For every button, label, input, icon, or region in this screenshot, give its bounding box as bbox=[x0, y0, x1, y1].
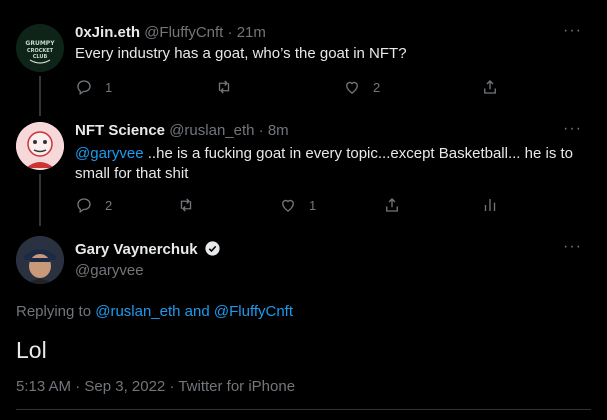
share-button[interactable] bbox=[383, 196, 401, 214]
thread-line bbox=[39, 174, 41, 226]
like-button[interactable]: 1 bbox=[279, 196, 316, 214]
analytics-icon bbox=[484, 199, 496, 211]
reply-count: 1 bbox=[105, 79, 113, 95]
author-handle[interactable]: @FluffyCnft bbox=[144, 24, 223, 41]
replying-to: Replying to @ruslan_eth and @FluffyCnft bbox=[16, 303, 294, 320]
like-count: 1 bbox=[309, 197, 317, 213]
author-name[interactable]: NFT Science bbox=[75, 122, 165, 139]
reply-count: 2 bbox=[105, 197, 113, 213]
avatar[interactable] bbox=[16, 236, 64, 284]
tweet-2[interactable]: NFT Science @ruslan_eth · 8m ··· @garyve… bbox=[0, 108, 607, 226]
share-icon bbox=[386, 198, 398, 212]
retweet-button[interactable] bbox=[215, 78, 245, 96]
share-icon bbox=[484, 80, 496, 94]
mention-link[interactable]: @ruslan_eth bbox=[95, 303, 180, 320]
tweet-time[interactable]: 8m bbox=[268, 122, 289, 139]
share-button[interactable] bbox=[481, 78, 499, 96]
reply-icon bbox=[77, 198, 91, 214]
divider bbox=[16, 409, 591, 410]
author-name[interactable]: 0xJin.eth bbox=[75, 24, 140, 41]
avatar[interactable]: GRUMPY CROCKET CLUB bbox=[16, 24, 64, 72]
tweet-text: ..he is a fucking goat in every topic...… bbox=[75, 145, 573, 182]
reply-button[interactable]: 1 bbox=[75, 78, 112, 96]
author-handle[interactable]: @ruslan_eth bbox=[169, 122, 254, 139]
tweet-text: Lol bbox=[16, 337, 47, 363]
author-handle[interactable]: @garyvee bbox=[75, 262, 144, 279]
reply-icon bbox=[77, 80, 91, 96]
tweet-1[interactable]: GRUMPY CROCKET CLUB 0xJin.eth @FluffyCnf… bbox=[0, 0, 607, 114]
main-tweet: Gary Vaynerchuk @garyvee ··· Replying to… bbox=[0, 226, 607, 420]
thread-line bbox=[39, 108, 41, 116]
tweet-text: Every industry has a goat, who’s the goa… bbox=[75, 45, 407, 62]
mention-link[interactable]: @FluffyCnft bbox=[214, 303, 293, 320]
like-button[interactable]: 2 bbox=[343, 78, 380, 96]
retweet-icon bbox=[180, 198, 192, 212]
heart-icon bbox=[346, 81, 358, 94]
svg-text:CLUB: CLUB bbox=[33, 54, 48, 60]
tweet-time[interactable]: 21m bbox=[237, 24, 266, 41]
verified-badge-icon bbox=[204, 240, 221, 261]
svg-text:GRUMPY: GRUMPY bbox=[25, 40, 55, 47]
more-options-icon[interactable]: ··· bbox=[563, 22, 582, 40]
tweet-timestamp[interactable]: 5:13 AM · Sep 3, 2022 · Twitter for iPho… bbox=[16, 378, 295, 395]
analytics-button[interactable] bbox=[481, 196, 499, 214]
retweet-button[interactable] bbox=[177, 196, 207, 214]
author-name[interactable]: Gary Vaynerchuk bbox=[75, 241, 198, 258]
more-options-icon[interactable]: ··· bbox=[563, 238, 582, 256]
heart-icon bbox=[282, 199, 294, 212]
reply-button[interactable]: 2 bbox=[75, 196, 112, 214]
mention-link[interactable]: @garyvee bbox=[75, 145, 144, 162]
avatar[interactable] bbox=[16, 122, 64, 170]
more-options-icon[interactable]: ··· bbox=[563, 120, 582, 138]
retweet-icon bbox=[218, 80, 230, 94]
like-count: 2 bbox=[373, 79, 381, 95]
